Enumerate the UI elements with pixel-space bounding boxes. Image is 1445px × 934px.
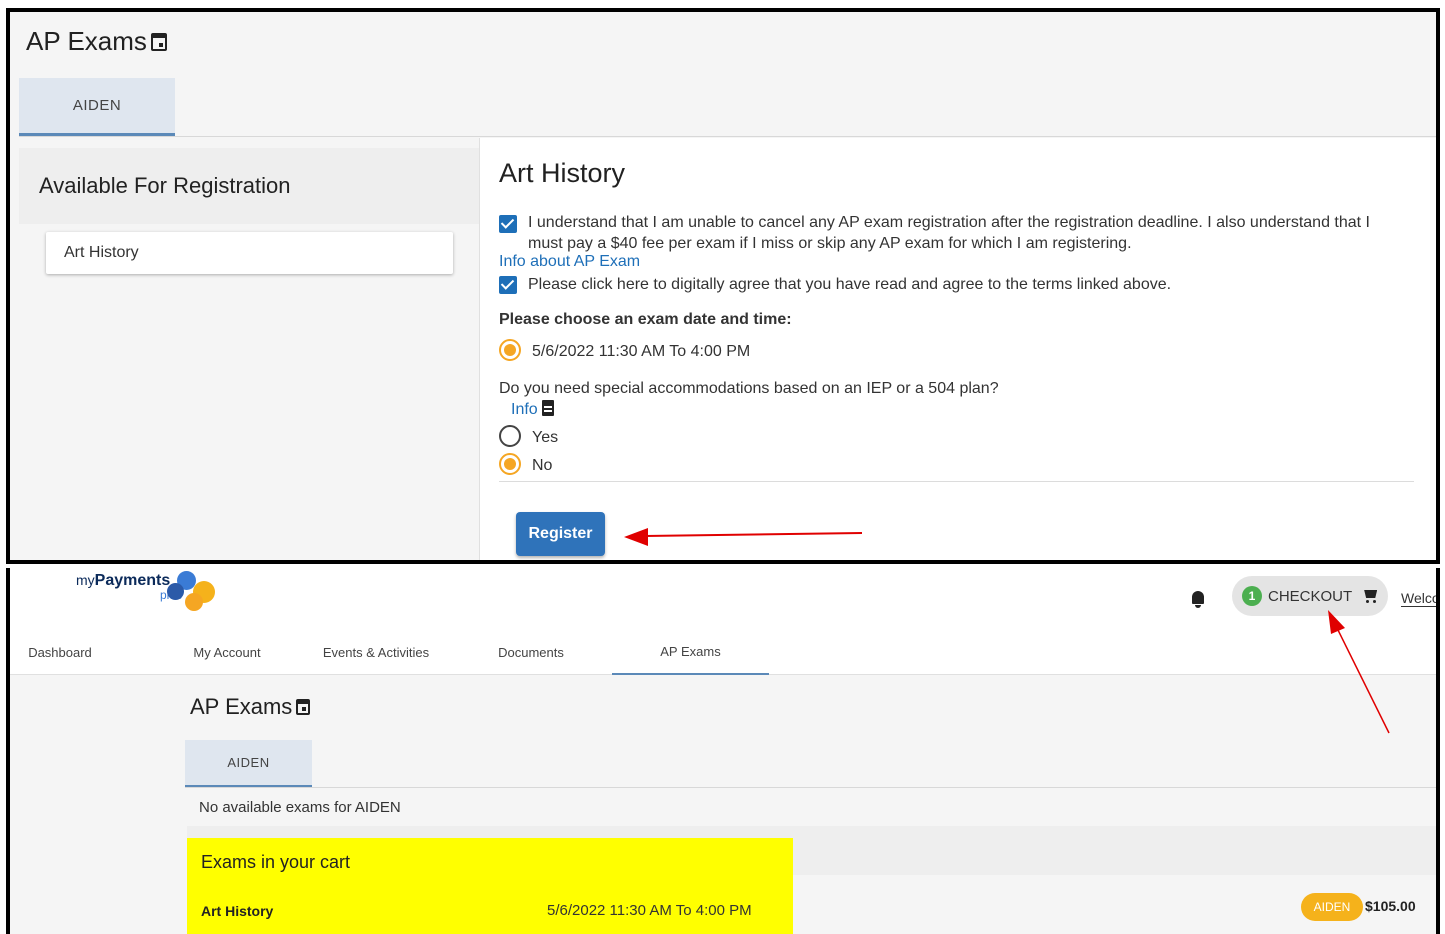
checkout-label: CHECKOUT <box>1268 587 1353 605</box>
tab-divider <box>19 136 1436 137</box>
section-divider <box>499 481 1414 482</box>
cart-heading: Exams in your cart <box>187 838 793 887</box>
notification-bell-icon[interactable] <box>1190 590 1206 608</box>
nav-documents[interactable]: Documents <box>476 630 586 675</box>
accommodation-no-label: No <box>532 457 553 474</box>
nav-ap-exams[interactable]: AP Exams <box>612 630 769 675</box>
info-about-ap-exam-link[interactable]: Info about AP Exam <box>499 253 640 271</box>
register-button[interactable]: Register <box>516 512 605 556</box>
cart-item-date: 5/6/2022 11:30 AM To 4:00 PM <box>547 902 752 919</box>
cart-item-name: Art History <box>201 903 274 919</box>
cart-item-price: $105.00 <box>1365 898 1416 914</box>
page-title: AP Exams <box>26 26 167 57</box>
calendar-icon <box>296 699 311 715</box>
nav-my-account[interactable]: My Account <box>162 630 292 675</box>
cart-item-row: Art History 5/6/2022 11:30 AM To 4:00 PM <box>187 887 793 934</box>
checkout-button[interactable]: 1 CHECKOUT <box>1232 576 1388 616</box>
tab-student-aiden[interactable]: AIDEN <box>185 740 312 788</box>
registration-screenshot: AP Exams AIDEN Available For Registratio… <box>6 8 1440 564</box>
agreement-text-line1: I understand that I am unable to cancel … <box>528 214 1370 231</box>
page-title-text: AP Exams <box>190 694 293 719</box>
mypaymentsplus-logo[interactable]: myPayments plus <box>76 572 182 602</box>
page-title-text: AP Exams <box>26 26 147 56</box>
welcome-menu[interactable]: Welcome <box>1401 590 1436 607</box>
accommodation-yes-radio[interactable] <box>499 425 521 447</box>
logo-payments: Payments <box>94 572 171 589</box>
agreement-text-line2: must pay a $40 fee per exam if I miss or… <box>528 235 1132 252</box>
accommodation-no-radio[interactable] <box>499 453 521 475</box>
calendar-icon <box>150 32 167 51</box>
info-link-text: Info <box>511 401 538 418</box>
no-exams-message: No available exams for AIDEN <box>199 799 401 816</box>
nav-events-activities[interactable]: Events & Activities <box>306 630 446 675</box>
main-nav: Dashboard My Account Events & Activities… <box>10 630 1436 675</box>
exam-title: Art History <box>499 158 626 188</box>
date-option-label: 5/6/2022 11:30 AM To 4:00 PM <box>532 343 751 360</box>
cart-count-badge: 1 <box>1242 586 1262 606</box>
tab-divider <box>185 787 1436 788</box>
logo-my: my <box>76 572 95 588</box>
cart-screenshot: myPayments plus 1 CHECKOUT Welcome Dashb… <box>6 568 1440 934</box>
accommodation-question: Do you need special accommodations based… <box>499 380 999 397</box>
site-header: myPayments plus 1 CHECKOUT Welcome Dashb… <box>10 568 1436 675</box>
nav-dashboard[interactable]: Dashboard <box>10 630 110 675</box>
available-exams-panel: Available For Registration Art History <box>19 148 479 560</box>
student-badge: AIDEN <box>1301 893 1363 921</box>
available-heading: Available For Registration <box>19 148 479 224</box>
exam-list-item[interactable]: Art History <box>46 232 453 274</box>
shopping-cart-icon <box>1362 590 1378 603</box>
page-title: AP Exams <box>190 694 311 720</box>
logo-mark-icon <box>167 571 223 611</box>
date-option-radio[interactable] <box>499 339 521 361</box>
tab-student-aiden[interactable]: AIDEN <box>19 78 175 136</box>
date-prompt: Please choose an exam date and time: <box>499 311 792 328</box>
accommodation-yes-label: Yes <box>532 429 559 446</box>
digital-agree-text: Please click here to digitally agree tha… <box>528 276 1172 293</box>
digital-agree-checkbox[interactable] <box>499 276 517 294</box>
exam-detail-panel: Art History I understand that I am unabl… <box>479 138 1436 560</box>
document-icon <box>541 400 554 416</box>
agreement-checkbox[interactable] <box>499 215 517 233</box>
accommodation-info-link[interactable]: Info <box>511 400 554 419</box>
